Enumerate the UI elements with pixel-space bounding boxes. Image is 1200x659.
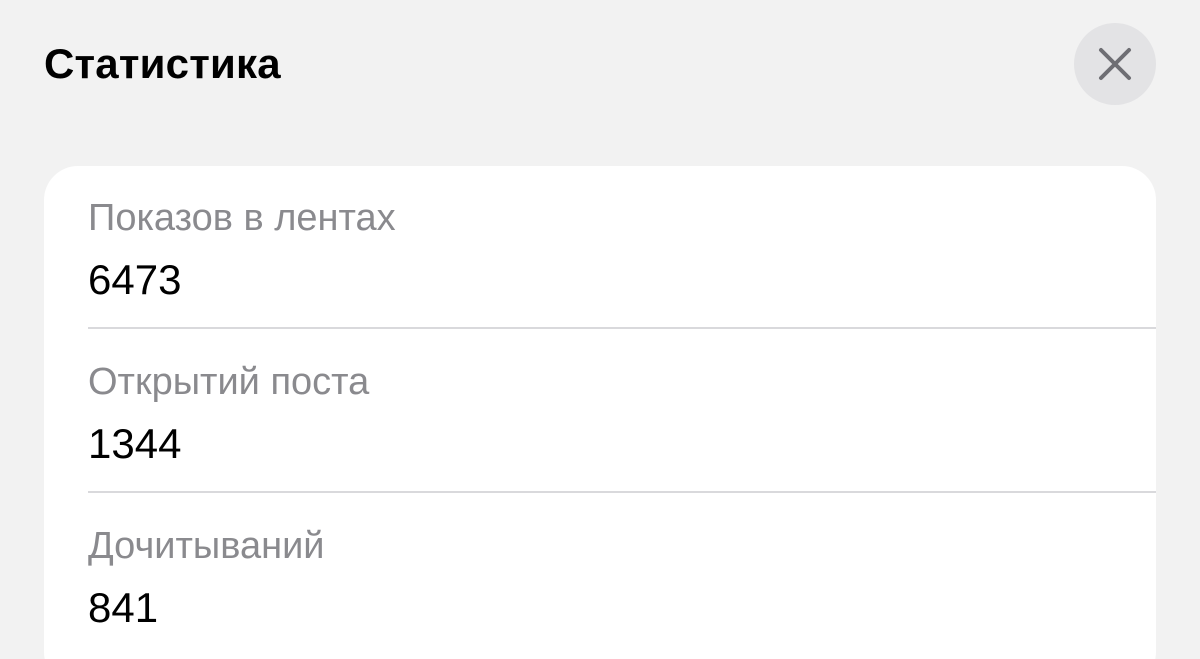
stat-row-feed-impressions: Показов в лентах 6473	[88, 166, 1156, 330]
stats-card: Показов в лентах 6473 Открытий поста 134…	[44, 166, 1156, 659]
close-icon	[1099, 48, 1131, 80]
stat-value: 6473	[88, 256, 182, 303]
page-title: Статистика	[44, 40, 281, 87]
statistics-sheet: Статистика Показов в лентах 6473 Открыти…	[0, 0, 1200, 659]
stat-label: Открытий поста	[88, 361, 370, 403]
stat-label: Показов в лентах	[88, 197, 396, 239]
stat-value: 1344	[88, 420, 182, 467]
stat-label: Дочитываний	[88, 525, 325, 567]
divider	[88, 491, 1156, 493]
divider	[88, 327, 1156, 329]
stat-row-post-opens: Открытий поста 1344	[88, 330, 1156, 494]
stat-value: 841	[88, 584, 159, 631]
stat-row-read-throughs: Дочитываний 841	[88, 494, 1156, 658]
close-button[interactable]	[1074, 23, 1156, 105]
